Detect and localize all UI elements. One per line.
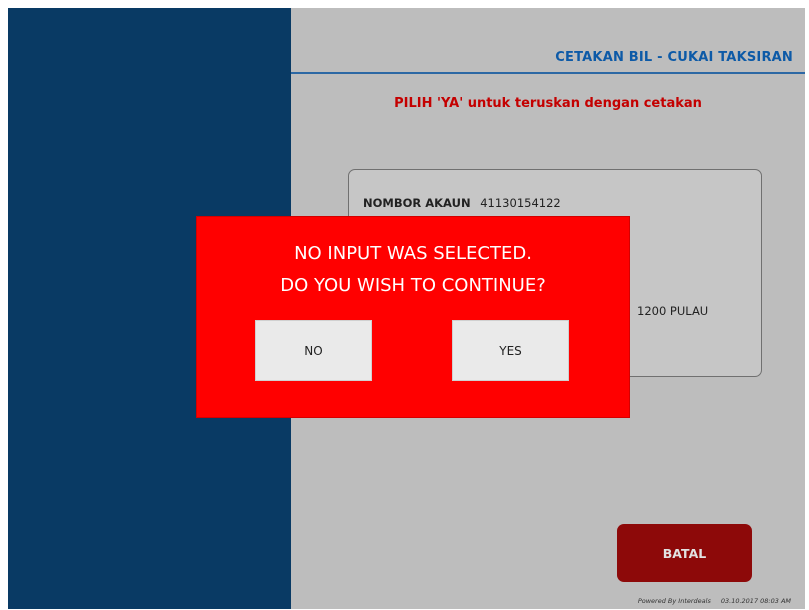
title-divider [291, 72, 805, 74]
kiosk-screen: CETAKAN BIL - CUKAI TAKSIRAN PILIH 'YA' … [8, 8, 805, 609]
account-number-label: NOMBOR AKAUN [363, 196, 471, 210]
modal-no-button[interactable]: NO [255, 320, 372, 381]
modal-message-line-1: NO INPUT WAS SELECTED. [294, 243, 532, 264]
footer-text: Powered By Interdeals 03.10.2017 08:03 AM [638, 597, 791, 605]
modal-yes-button[interactable]: YES [452, 320, 569, 381]
modal-message-line-2: DO YOU WISH TO CONTINUE? [280, 275, 546, 296]
footer-timestamp: 03.10.2017 08:03 AM [720, 597, 791, 605]
powered-by-text: Powered By Interdeals [637, 597, 711, 605]
partially-hidden-address: 1200 PULAU [637, 304, 709, 318]
account-number-row: NOMBOR AKAUN 41130154122 [363, 196, 561, 210]
account-number-value: 41130154122 [480, 196, 561, 210]
no-input-warning-modal: NO INPUT WAS SELECTED. DO YOU WISH TO CO… [196, 216, 630, 418]
modal-message: NO INPUT WAS SELECTED. DO YOU WISH TO CO… [196, 238, 630, 302]
batal-button[interactable]: BATAL [617, 524, 752, 582]
page-title: CETAKAN BIL - CUKAI TAKSIRAN [555, 50, 793, 65]
instruction-text: PILIH 'YA' untuk teruskan dengan cetakan [394, 96, 702, 111]
